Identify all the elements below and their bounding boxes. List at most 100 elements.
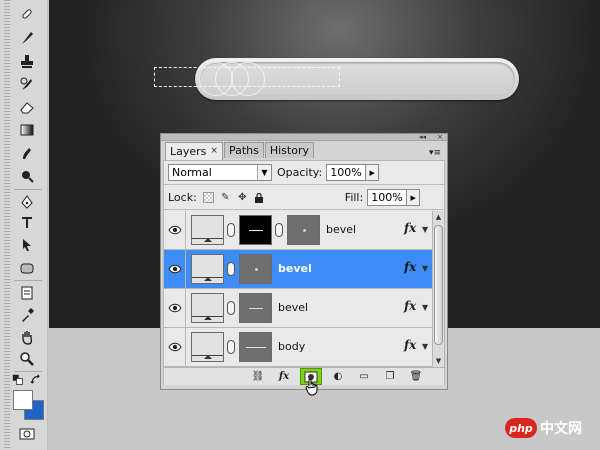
close-panel-icon[interactable]: ×	[437, 133, 443, 141]
layer-name[interactable]: bevel	[278, 262, 312, 275]
brush-icon[interactable]	[17, 29, 37, 47]
link-icon[interactable]	[227, 301, 235, 315]
clone-stamp-icon[interactable]	[17, 52, 37, 70]
layer-row-selected[interactable]: bevel fx ▼	[164, 250, 432, 289]
layer-thumbnail[interactable]	[191, 293, 224, 323]
dodge-icon[interactable]	[17, 167, 37, 185]
shape-icon[interactable]	[17, 259, 37, 277]
layer-row[interactable]: bevel fx ▼	[164, 289, 432, 328]
tools-panel	[0, 0, 48, 450]
fill-slider-arrow-icon[interactable]: ▶	[407, 189, 421, 206]
close-tab-icon[interactable]: ×	[210, 144, 218, 159]
chevron-down-icon[interactable]: ▼	[422, 225, 428, 234]
chevron-down-icon[interactable]: ▼	[257, 165, 271, 180]
chevron-down-icon[interactable]: ▼	[422, 264, 428, 273]
link-icon[interactable]	[227, 223, 235, 237]
lock-all-icon[interactable]	[254, 192, 265, 203]
quick-mask-icon[interactable]	[17, 425, 37, 443]
lock-transparency-icon[interactable]	[202, 192, 214, 203]
lock-pixels-icon[interactable]: ✎	[220, 192, 231, 203]
history-brush-icon[interactable]	[17, 75, 37, 93]
layer-thumbnail[interactable]	[191, 215, 224, 245]
layers-panel-body: Normal ▼ Opacity: 100% ▶ Lock: ✎ ✥ Fill:…	[163, 160, 445, 385]
fill-label: Fill:	[344, 191, 364, 204]
tab-history[interactable]: History	[264, 142, 314, 158]
vector-mask-thumbnail[interactable]	[239, 332, 272, 362]
default-colors-icon[interactable]	[12, 374, 24, 386]
blend-mode-select[interactable]: Normal ▼	[168, 164, 272, 181]
selection-marquee[interactable]	[154, 67, 340, 87]
layer-thumbnail[interactable]	[191, 254, 224, 284]
vector-mask-thumbnail[interactable]	[239, 254, 272, 284]
add-layer-style-button[interactable]: fx	[276, 370, 292, 383]
layer-effects-icon[interactable]: fx	[404, 338, 416, 352]
tab-paths[interactable]: Paths	[223, 142, 264, 158]
tab-layers[interactable]: Layers ×	[165, 142, 223, 160]
pen-icon[interactable]	[17, 193, 37, 211]
trash-icon[interactable]: 🗑	[408, 370, 424, 383]
gradient-icon[interactable]	[17, 121, 37, 139]
scrollbar-thumb[interactable]	[434, 225, 443, 345]
chevron-down-icon[interactable]: ▼	[422, 342, 428, 351]
type-icon[interactable]	[17, 213, 37, 231]
watermark-text: 中文网	[540, 421, 582, 437]
link-icon[interactable]	[275, 223, 283, 237]
opacity-slider-arrow-icon[interactable]: ▶	[366, 164, 380, 181]
visibility-eye-icon[interactable]	[164, 289, 186, 327]
adjustment-layer-icon[interactable]: ◐	[330, 370, 346, 383]
divider	[164, 184, 444, 185]
layer-row[interactable]: bevel fx ▼	[164, 211, 432, 250]
vector-mask-thumbnail[interactable]	[287, 215, 320, 245]
zoom-icon[interactable]	[17, 350, 37, 368]
tools-panel-grip[interactable]	[4, 0, 10, 450]
layer-mask-thumbnail[interactable]	[239, 215, 272, 245]
healing-brush-icon[interactable]	[17, 5, 37, 23]
lock-position-icon[interactable]: ✥	[237, 192, 248, 203]
tool-separator	[14, 189, 42, 190]
visibility-eye-icon[interactable]	[164, 211, 186, 249]
layers-panel: ◂◂ × Layers × Paths History ▾≡ Normal ▼ …	[160, 133, 448, 390]
layers-scrollbar[interactable]: ▲ ▼	[432, 211, 444, 367]
scroll-down-icon[interactable]: ▼	[433, 355, 444, 367]
eraser-icon[interactable]	[17, 98, 37, 116]
hand-cursor-icon	[305, 378, 318, 396]
path-selection-icon[interactable]	[17, 236, 37, 254]
vector-mask-thumbnail[interactable]	[239, 293, 272, 323]
hand-icon[interactable]	[17, 328, 37, 346]
panel-menu-icon[interactable]: ▾≡	[429, 148, 441, 158]
chevron-down-icon[interactable]: ▼	[422, 303, 428, 312]
tab-label: Layers	[170, 145, 207, 158]
swap-colors-icon[interactable]	[30, 374, 42, 386]
lock-label: Lock:	[168, 191, 197, 204]
link-layers-icon[interactable]: ⛓	[250, 370, 266, 383]
layer-row[interactable]: body fx ▼	[164, 328, 432, 367]
watermark-badge: php	[505, 418, 537, 438]
tab-label: History	[269, 144, 309, 157]
layer-name[interactable]: bevel	[326, 223, 356, 236]
layer-effects-icon[interactable]: fx	[404, 221, 416, 235]
fill-input[interactable]: 100%	[367, 189, 408, 206]
foreground-color-swatch[interactable]	[13, 390, 33, 410]
new-layer-icon[interactable]: ❐	[382, 370, 398, 383]
layer-effects-icon[interactable]: fx	[404, 299, 416, 313]
collapse-icon[interactable]: ◂◂	[419, 133, 426, 141]
layer-effects-icon[interactable]: fx	[404, 260, 416, 274]
divider	[164, 209, 444, 210]
eyedropper-icon[interactable]	[17, 306, 37, 324]
panel-title-bar[interactable]: ◂◂ ×	[161, 133, 447, 141]
smudge-icon[interactable]	[17, 144, 37, 162]
notes-icon[interactable]	[17, 284, 37, 302]
lock-fill-row: Lock: ✎ ✥ Fill: 100% ▶	[168, 189, 421, 206]
visibility-eye-icon[interactable]	[164, 328, 186, 366]
link-icon[interactable]	[227, 340, 235, 354]
visibility-eye-icon[interactable]	[164, 250, 186, 288]
new-group-icon[interactable]: ▭	[356, 370, 372, 383]
site-watermark: php 中文网	[505, 418, 582, 438]
scroll-up-icon[interactable]: ▲	[433, 211, 444, 223]
link-icon[interactable]	[227, 262, 235, 276]
blend-mode-value: Normal	[172, 166, 212, 179]
layer-thumbnail[interactable]	[191, 332, 224, 362]
opacity-input[interactable]: 100%	[326, 164, 367, 181]
layer-name[interactable]: body	[278, 340, 305, 353]
layer-name[interactable]: bevel	[278, 301, 308, 314]
